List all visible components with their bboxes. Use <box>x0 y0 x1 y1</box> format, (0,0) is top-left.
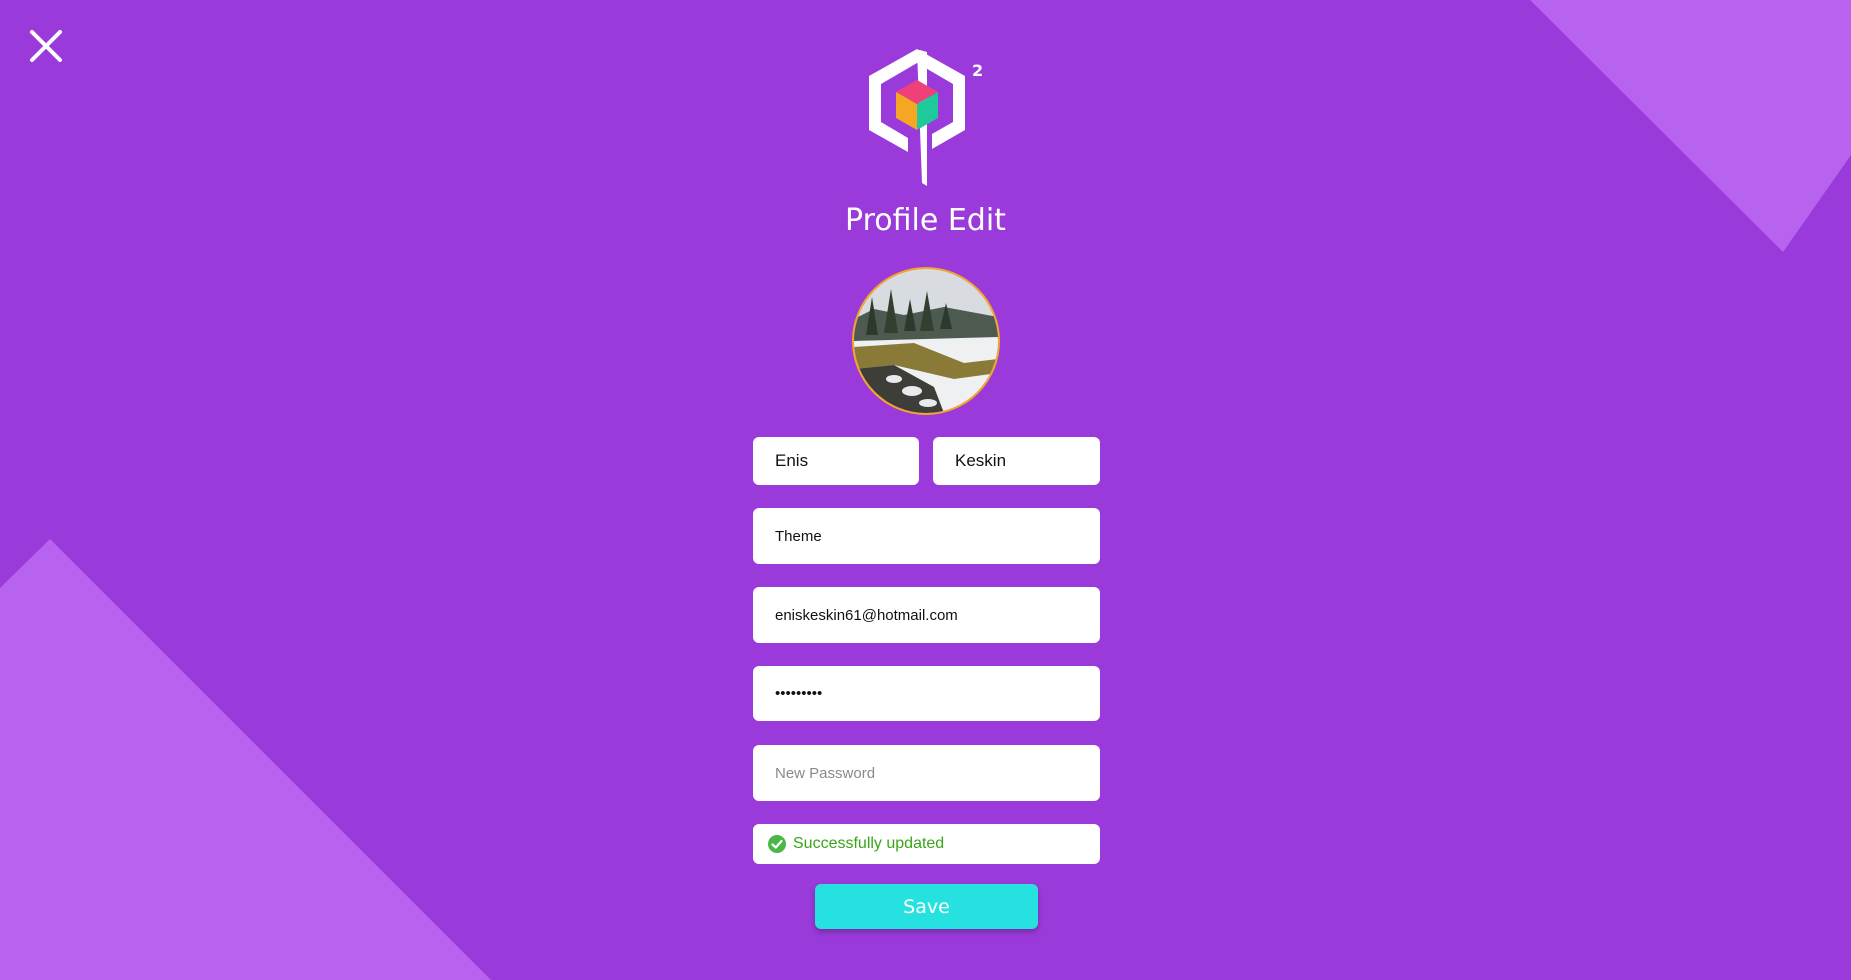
app-logo: 2 <box>860 46 990 188</box>
new-password-input[interactable] <box>753 745 1100 801</box>
first-name-input[interactable] <box>753 437 919 485</box>
close-button[interactable] <box>26 26 66 66</box>
save-button[interactable]: Save <box>815 884 1038 929</box>
password-input[interactable] <box>753 666 1100 721</box>
page-title: Profile Edit <box>845 203 1006 238</box>
email-input[interactable] <box>753 587 1100 643</box>
avatar-landscape-image <box>854 269 998 413</box>
check-circle-icon <box>768 835 786 853</box>
status-message: Successfully updated <box>753 824 1100 864</box>
theme-input[interactable] <box>753 508 1100 564</box>
profile-avatar[interactable] <box>852 267 1000 415</box>
close-icon <box>30 30 62 62</box>
q-squared-cube-logo-icon: 2 <box>869 49 983 186</box>
status-text: Successfully updated <box>793 835 945 852</box>
logo-superscript: 2 <box>972 61 983 80</box>
decor-triangle-bottom-left <box>0 539 491 980</box>
last-name-input[interactable] <box>933 437 1100 485</box>
